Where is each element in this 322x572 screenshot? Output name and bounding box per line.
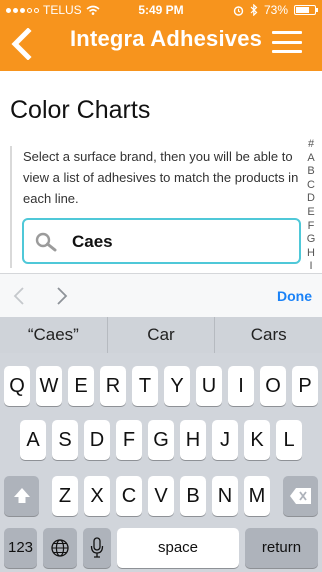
keyboard-accessory-bar: Done [0,273,322,317]
key-o[interactable]: O [260,366,286,406]
page-title: Color Charts [10,96,151,124]
index-letter[interactable]: C [306,179,316,193]
suggestion-3[interactable]: Cars [215,317,322,353]
key-p[interactable]: P [292,366,318,406]
suggestion-1[interactable]: “Caes” [0,317,108,353]
key-u[interactable]: U [196,366,222,406]
key-g[interactable]: G [148,420,174,460]
key-s[interactable]: S [52,420,78,460]
previous-field-button[interactable] [12,286,26,306]
key-j[interactable]: J [212,420,238,460]
battery-icon [294,5,318,15]
key-t[interactable]: T [132,366,158,406]
bluetooth-icon [250,4,258,16]
nav-bar: TELUS 5:49 PM 73% Integra Adhesives [0,0,322,71]
done-button[interactable]: Done [277,288,312,304]
index-letter[interactable]: B [306,165,316,179]
shift-icon [13,488,30,503]
index-letter[interactable]: F [306,220,316,234]
dictation-key[interactable] [83,528,111,568]
hamburger-menu-icon [272,31,302,34]
globe-key[interactable] [43,528,77,568]
key-a[interactable]: A [20,420,46,460]
predictive-bar: “Caes” Car Cars [0,317,322,353]
index-letter[interactable]: G [306,233,316,247]
key-z[interactable]: Z [52,476,78,516]
key-i[interactable]: I [228,366,254,406]
key-d[interactable]: D [84,420,110,460]
key-h[interactable]: H [180,420,206,460]
alarm-icon [233,5,244,16]
brand-logo: Integra Adhesives [70,26,263,51]
shift-key[interactable] [4,476,39,516]
key-k[interactable]: K [244,420,270,460]
index-letter[interactable]: I [306,260,316,274]
key-w[interactable]: W [36,366,62,406]
key-r[interactable]: R [100,366,126,406]
key-n[interactable]: N [212,476,238,516]
numbers-key[interactable]: 123 [4,528,37,568]
search-field[interactable] [22,218,301,264]
key-c[interactable]: C [116,476,142,516]
search-input[interactable] [72,230,292,254]
next-field-button[interactable] [55,286,69,306]
back-button[interactable] [6,24,36,64]
index-letter[interactable]: D [306,192,316,206]
space-key[interactable]: space [117,528,239,568]
menu-button[interactable] [272,31,302,53]
index-letter[interactable]: E [306,206,316,220]
key-v[interactable]: V [148,476,174,516]
section-index[interactable]: # A B C D E F G H I [306,138,316,274]
instructions-text: Select a surface brand, then you will be… [23,149,299,206]
delete-key[interactable] [283,476,318,516]
key-b[interactable]: B [180,476,206,516]
key-q[interactable]: Q [4,366,30,406]
delete-icon [289,488,311,504]
battery-percent: 73% [263,3,288,17]
search-icon [35,232,57,252]
index-letter[interactable]: # [306,138,316,152]
globe-icon [51,539,69,557]
keyboard: “Caes” Car Cars 123 space return Q W E R… [0,317,322,572]
suggestion-2[interactable]: Car [108,317,216,353]
key-m[interactable]: M [244,476,270,516]
key-f[interactable]: F [116,420,142,460]
key-y[interactable]: Y [164,366,190,406]
chevron-left-icon [11,28,32,60]
return-key[interactable]: return [245,528,318,568]
microphone-icon [90,537,104,558]
index-letter[interactable]: A [306,152,316,166]
key-e[interactable]: E [68,366,94,406]
key-l[interactable]: L [276,420,302,460]
key-x[interactable]: X [84,476,110,516]
status-bar: TELUS 5:49 PM 73% [0,0,322,20]
index-letter[interactable]: H [306,247,316,261]
